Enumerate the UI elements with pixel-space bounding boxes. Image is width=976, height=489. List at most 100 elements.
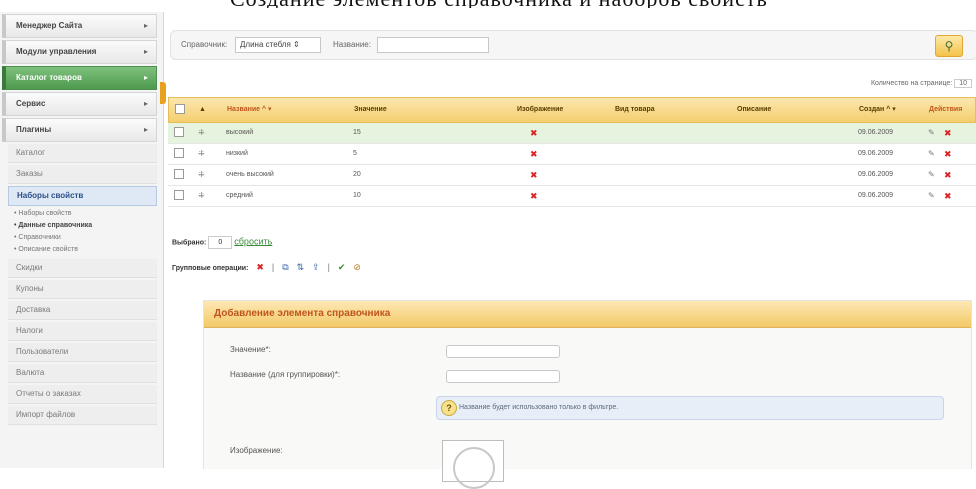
divider-icon: | — [327, 262, 330, 272]
col-product-type[interactable]: Вид товара — [615, 98, 655, 122]
form-title: Добавление элемента справочника — [204, 301, 971, 328]
col-actions: Действия — [929, 106, 963, 113]
menu-plugins[interactable]: Плагины ▸ — [2, 118, 157, 142]
edit-icon[interactable]: ✎ — [928, 186, 935, 206]
image-upload[interactable] — [442, 440, 504, 489]
sidebar-item-order-reports[interactable]: Отчеты о заказах — [8, 385, 157, 404]
delete-icon[interactable]: ✖ — [944, 144, 952, 164]
row-checkbox[interactable] — [174, 144, 184, 164]
menu-modules[interactable]: Модули управления ▸ — [2, 40, 157, 64]
row-value: 10 — [353, 192, 361, 199]
selected-count: 0 — [208, 236, 233, 249]
col-name[interactable]: Название ^ ▾ — [227, 98, 272, 122]
sidebar-item-catalog[interactable]: Каталог — [8, 144, 157, 163]
delete-icon[interactable]: ✖ — [944, 186, 952, 206]
no-image-icon: ✖ — [530, 170, 538, 180]
enable-icon[interactable]: ✔ — [338, 262, 346, 273]
disable-icon[interactable]: ⊘ — [353, 262, 361, 273]
edit-icon[interactable]: ✎ — [928, 165, 935, 185]
row-value: 5 — [353, 150, 357, 157]
sidebar-item-coupons[interactable]: Купоны — [8, 280, 157, 299]
row-value: 20 — [353, 171, 361, 178]
row-name[interactable]: средний — [226, 186, 253, 206]
row-created: 09.06.2009 — [858, 192, 894, 199]
divider-icon: | — [271, 262, 275, 272]
col-description[interactable]: Описание — [737, 98, 771, 122]
row-name[interactable]: высокий — [226, 123, 253, 143]
sidebar-item-property-sets[interactable]: Наборы свойств — [8, 186, 157, 206]
chevron-down-icon: ⇕ — [293, 40, 300, 49]
table-row[interactable]: ⁜ средний 10 ✖ 09.06.2009 ✎ ✖ — [168, 186, 976, 207]
data-table: ▲ Название ^ ▾ Значение Изображение Вид … — [168, 97, 976, 207]
sidebar-item-delivery[interactable]: Доставка — [8, 301, 157, 320]
sidebar-subitem[interactable]: • Наборы свойств — [14, 208, 157, 219]
sidebar-item-import[interactable]: Импорт файлов — [8, 406, 157, 425]
menu-service[interactable]: Сервис ▸ — [2, 92, 157, 116]
arrow-right-icon: ▸ — [143, 21, 148, 30]
reset-link[interactable]: сбросить — [234, 236, 272, 246]
table-header: ▲ Название ^ ▾ Значение Изображение Вид … — [168, 97, 976, 123]
row-created: 09.06.2009 — [858, 171, 894, 178]
row-checkbox[interactable] — [174, 165, 184, 185]
menu-label: Модули управления — [16, 47, 97, 56]
drag-handle-icon[interactable]: ⁜ — [198, 123, 205, 143]
menu-label: Менеджер Сайта — [16, 21, 83, 30]
menu-site-manager[interactable]: Менеджер Сайта ▸ — [2, 14, 157, 38]
row-checkbox[interactable] — [174, 186, 184, 206]
arrow-right-icon: ▸ — [143, 47, 148, 56]
sidebar-item-discounts[interactable]: Скидки — [8, 259, 157, 278]
copy-icon[interactable]: ⧉ — [282, 262, 288, 273]
add-element-form: Добавление элемента справочника — [203, 300, 972, 469]
drag-handle-icon[interactable]: ⁜ — [198, 144, 205, 164]
filter-button[interactable]: ⚲ — [935, 35, 963, 57]
drag-handle-icon[interactable]: ⁜ — [198, 186, 205, 206]
delete-icon[interactable]: ✖ — [944, 123, 952, 143]
move-icon[interactable]: ⇅ — [297, 262, 305, 273]
col-value[interactable]: Значение — [354, 98, 387, 122]
sidebar-subitem-active[interactable]: • Данные справочника — [14, 220, 157, 231]
export-icon[interactable]: ⇪ — [312, 262, 320, 273]
sidebar-item-users[interactable]: Пользователи — [8, 343, 157, 362]
table-row[interactable]: ⁜ высокий 15 ✖ 09.06.2009 ✎ ✖ — [168, 123, 976, 144]
sort-icon[interactable]: ▲ — [199, 98, 206, 122]
active-pointer — [160, 82, 166, 104]
hint-box: ? Название будет использовано только в ф… — [436, 396, 944, 420]
sidebar-item-currency[interactable]: Валюта — [8, 364, 157, 383]
sidebar-subitem[interactable]: • Справочники — [14, 232, 157, 243]
menu-label: Каталог товаров — [16, 73, 82, 82]
no-image-icon: ✖ — [530, 191, 538, 201]
row-name[interactable]: очень высокий — [226, 165, 274, 185]
menu-label: Сервис — [16, 99, 46, 108]
table-row[interactable]: ⁜ очень высокий 20 ✖ 09.06.2009 ✎ ✖ — [168, 165, 976, 186]
no-image-icon: ✖ — [530, 149, 538, 159]
col-created[interactable]: Создан ^ ▾ — [859, 98, 896, 122]
delete-icon[interactable]: ✖ — [256, 262, 264, 273]
name-label: Название: — [333, 40, 371, 49]
sidebar-item-orders[interactable]: Заказы — [8, 165, 157, 184]
dict-select[interactable]: Длина стебля ⇕ — [235, 37, 321, 53]
row-checkbox[interactable] — [174, 123, 184, 143]
menu-catalog[interactable]: Каталог товаров ▸ — [2, 66, 157, 90]
col-image[interactable]: Изображение — [517, 98, 563, 122]
sidebar: Менеджер Сайта ▸ Модули управления ▸ Кат… — [0, 12, 164, 468]
select-all-checkbox[interactable] — [175, 98, 185, 122]
edit-icon[interactable]: ✎ — [928, 123, 935, 143]
arrow-right-icon: ▸ — [143, 99, 148, 108]
drag-handle-icon[interactable]: ⁜ — [198, 165, 205, 185]
row-name[interactable]: низкий — [226, 144, 248, 164]
group-operations: Групповые операции: ✖ | ⧉ ⇅ ⇪ | ✔ ⊘ — [172, 262, 361, 273]
sidebar-subitem[interactable]: • Описание свойств — [14, 244, 157, 255]
per-page-input[interactable]: 10 — [954, 79, 972, 88]
name-input[interactable] — [377, 37, 489, 53]
filter-icon: ⚲ — [944, 39, 954, 53]
edit-icon[interactable]: ✎ — [928, 144, 935, 164]
group-name-label: Название (для группировки)*: — [230, 370, 341, 379]
delete-icon[interactable]: ✖ — [944, 165, 952, 185]
table-row[interactable]: ⁜ низкий 5 ✖ 09.06.2009 ✎ ✖ — [168, 144, 976, 165]
group-name-input[interactable] — [446, 370, 560, 383]
dict-label: Справочник: — [181, 40, 228, 49]
value-label: Значение*: — [230, 345, 271, 354]
value-input[interactable] — [446, 345, 560, 358]
sidebar-item-taxes[interactable]: Налоги — [8, 322, 157, 341]
per-page: Количество на странице: 10 — [871, 79, 972, 88]
